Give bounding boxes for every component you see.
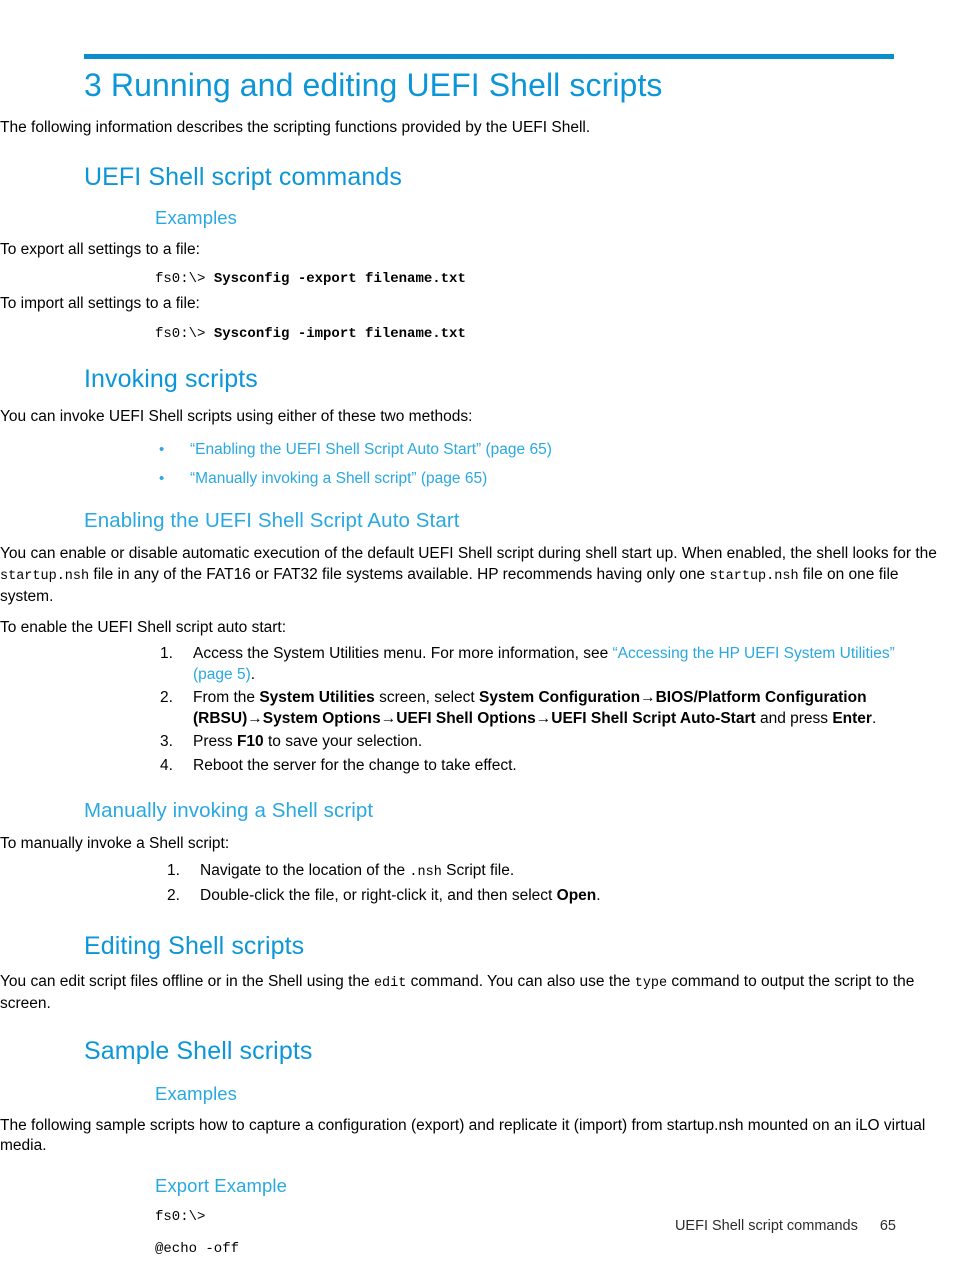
key-label-f10: F10 [236, 733, 264, 750]
manually-invoking-lead-in: To manually invoke a Shell script: [0, 835, 230, 852]
paragraph-text-part: You can enable or disable automatic exec… [0, 545, 937, 562]
document-page: 3 Running and editing UEFI Shell scripts… [0, 0, 954, 1271]
section-heading-enabling-auto-start: Enabling the UEFI Shell Script Auto Star… [84, 509, 460, 532]
import-command-text: Sysconfig -import filename.txt [213, 325, 466, 342]
invoking-scripts-link-list: • “Enabling the UEFI Shell Script Auto S… [0, 435, 954, 493]
list-item[interactable]: • “Enabling the UEFI Shell Script Auto S… [155, 435, 954, 464]
cross-reference-link[interactable]: “Manually invoking a Shell script” (page… [190, 470, 487, 487]
list-item: 2. From the System Utilities screen, sel… [155, 688, 896, 729]
list-item[interactable]: • “Manually invoking a Shell script” (pa… [155, 464, 954, 493]
export-command-line: fs0:\> Sysconfig -export filename.txt [155, 268, 954, 290]
section-heading-uefi-shell-script-commands: UEFI Shell script commands [84, 162, 402, 191]
section-heading-sample-shell-scripts: Sample Shell scripts [84, 1036, 313, 1065]
import-shell-prompt: fs0:\> [155, 325, 214, 342]
inline-code-startup-nsh-2: startup.nsh [709, 568, 799, 584]
list-item: 4. Reboot the server for the change to t… [155, 756, 896, 777]
context-menu-label-open: Open [556, 887, 597, 904]
enabling-auto-start-paragraph: You can enable or disable automatic exec… [0, 544, 954, 608]
import-intro-paragraph: To import all settings to a file: [0, 295, 200, 312]
step-number: 3. [160, 733, 173, 750]
step-text-part: Access the System Utilities menu. For mo… [193, 645, 613, 662]
step-text-part: . [596, 887, 601, 904]
inline-code-startup-nsh-1: startup.nsh [0, 568, 90, 584]
step-text-part: and press [755, 709, 833, 727]
list-item: 3. Press F10 to save your selection. [155, 732, 896, 753]
chapter-intro-paragraph: The following information describes the … [0, 119, 591, 136]
sample-scripts-paragraph: The following sample scripts how to capt… [0, 1116, 926, 1155]
step-text-part: to save your selection. [263, 733, 423, 750]
menu-path-uefi-shell-options: UEFI Shell Options [396, 709, 536, 727]
step-number: 1. [167, 861, 180, 879]
arrow-icon: → [535, 709, 552, 727]
list-item: 2. Double-click the file, or right-click… [155, 886, 896, 907]
step-text-part: . [871, 709, 877, 727]
subheading-examples-commands: Examples [155, 206, 238, 228]
ui-label-system-utilities: System Utilities [259, 689, 375, 706]
chapter-top-rule [84, 54, 894, 59]
import-command-line: fs0:\> Sysconfig -import filename.txt [155, 323, 954, 345]
key-label-enter: Enter [832, 709, 872, 727]
paragraph-text-part: command. You can also use the [406, 972, 635, 990]
step-text-part: . [250, 665, 256, 683]
invoking-scripts-intro: You can invoke UEFI Shell scripts using … [0, 407, 473, 425]
inline-code-edit: edit [373, 975, 407, 991]
enable-auto-start-lead-in: To enable the UEFI Shell script auto sta… [0, 618, 287, 636]
page-footer: UEFI Shell script commands 65 [0, 1218, 954, 1234]
paragraph-text-part: file in any of the FAT16 or FAT32 file s… [89, 565, 710, 583]
export-shell-prompt: fs0:\> [155, 271, 214, 287]
step-text-part: Double-click the file, or right-click it… [200, 887, 557, 904]
step-text-part: Press [193, 733, 237, 750]
cross-reference-link[interactable]: “Enabling the UEFI Shell Script Auto Sta… [190, 441, 552, 458]
step-text-part: screen, select [374, 689, 480, 706]
step-text-part: Reboot the server for the change to take… [193, 756, 517, 774]
inline-code-nsh-extension: .nsh [409, 864, 442, 880]
document-body: The following information describes the … [0, 118, 954, 1260]
list-item: 1. Navigate to the location of the .nsh … [155, 861, 896, 884]
arrow-icon: → [380, 709, 397, 727]
section-heading-editing-shell-scripts: Editing Shell scripts [84, 931, 305, 960]
bullet-icon: • [159, 470, 165, 487]
step-text-part: Navigate to the location of the [200, 861, 410, 879]
step-number: 2. [167, 887, 180, 904]
export-intro-paragraph: To export all settings to a file: [0, 240, 200, 258]
step-text-part: Script file. [441, 861, 515, 879]
menu-path-system-configuration: System Configuration [479, 689, 641, 706]
footer-page-number: 65 [879, 1218, 896, 1234]
step-text-part: From the [193, 689, 260, 706]
footer-section-label: UEFI Shell script commands [674, 1218, 858, 1234]
page-title: 3 Running and editing UEFI Shell scripts [84, 67, 663, 103]
step-number: 1. [160, 645, 173, 662]
section-heading-manually-invoking: Manually invoking a Shell script [84, 799, 374, 822]
enable-auto-start-steps: 1. Access the System Utilities menu. For… [0, 644, 954, 776]
inline-code-type: type [634, 975, 668, 991]
arrow-icon: → [247, 709, 263, 727]
step-number: 2. [160, 689, 173, 706]
bullet-icon: • [159, 441, 165, 458]
menu-path-uefi-shell-script-auto-start: UEFI Shell Script Auto-Start [551, 709, 756, 727]
manually-invoking-steps: 1. Navigate to the location of the .nsh … [0, 861, 954, 907]
export-example-code-line-2: @echo -off [155, 1240, 240, 1257]
arrow-icon: → [640, 689, 656, 706]
section-heading-invoking-scripts: Invoking scripts [84, 364, 258, 393]
subheading-examples-samples: Examples [155, 1082, 238, 1104]
editing-shell-scripts-paragraph: You can edit script files offline or in … [0, 972, 954, 1015]
export-command-text: Sysconfig -export filename.txt [213, 271, 466, 287]
menu-path-system-options: System Options [262, 709, 381, 727]
subheading-export-example: Export Example [155, 1174, 287, 1196]
step-number: 4. [160, 756, 173, 774]
list-item: 1. Access the System Utilities menu. For… [155, 644, 896, 685]
paragraph-text-part: You can edit script files offline or in … [0, 972, 374, 990]
